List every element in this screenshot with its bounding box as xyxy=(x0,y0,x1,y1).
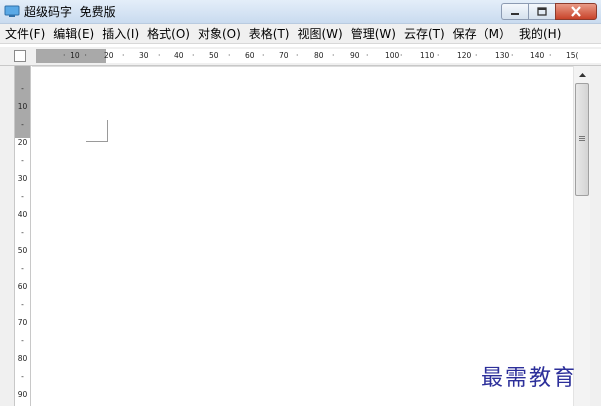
vertical-scrollbar[interactable] xyxy=(573,66,590,406)
menu-format[interactable]: 格式(O) xyxy=(143,26,194,42)
ruler-tick-label: 40 xyxy=(174,51,184,60)
vertical-ruler-tick-label: 90 xyxy=(17,390,28,399)
ruler-tick-label: · xyxy=(366,51,369,60)
menu-table[interactable]: 表格(T) xyxy=(245,26,294,42)
vertical-ruler[interactable]: - 10 - 20 - 30 - 40 - 50 - 60 - 70 - 80 - 90 xyxy=(14,66,31,406)
vertical-ruler-tick-label: - xyxy=(21,192,24,201)
menu-view[interactable]: 视图(W) xyxy=(293,26,346,42)
ruler-corner-box[interactable] xyxy=(14,50,26,62)
vertical-ruler-tick-label: 30 xyxy=(17,174,28,183)
scroll-up-button[interactable] xyxy=(574,66,590,83)
menu-save[interactable]: 保存（M） xyxy=(449,26,515,42)
margin-corner-mark xyxy=(86,120,108,142)
close-icon xyxy=(571,6,581,17)
document-editor[interactable] xyxy=(32,66,573,406)
vertical-ruler-tick-label: 10 xyxy=(17,102,28,111)
vertical-ruler-tick-label: - xyxy=(21,372,24,381)
arrow-up-icon xyxy=(578,72,586,77)
vertical-ruler-tick-label: - xyxy=(21,84,24,93)
ruler-tick-label: 110 xyxy=(420,51,435,60)
ruler-tick-label: 15( xyxy=(566,51,579,60)
vertical-ruler-tick-label: - xyxy=(21,156,24,165)
vertical-ruler-tick-label: - xyxy=(21,228,24,237)
left-frame xyxy=(0,66,14,406)
ruler-tick-label: 80 xyxy=(314,51,324,60)
ruler-tick-label: 90 xyxy=(350,51,360,60)
ruler-tick-label: · xyxy=(228,51,231,60)
ruler-tick-label: · xyxy=(296,51,299,60)
ruler-tick-label: · xyxy=(192,51,195,60)
menu-mine[interactable]: 我的(H) xyxy=(515,26,565,42)
app-icon xyxy=(4,5,20,17)
scrollbar-thumb[interactable] xyxy=(575,83,589,196)
ruler-tick-label: 70 xyxy=(279,51,289,60)
ruler-tick-label: 140 xyxy=(530,51,545,60)
vertical-ruler-tick-label: 40 xyxy=(17,210,28,219)
vertical-ruler-tick-label: 20 xyxy=(17,138,28,147)
right-frame xyxy=(590,66,601,406)
vertical-ruler-tick-label: 70 xyxy=(17,318,28,327)
ruler-tick-label: 60 xyxy=(245,51,255,60)
vertical-ruler-tick-label: - xyxy=(21,300,24,309)
vertical-ruler-tick-label: 80 xyxy=(17,354,28,363)
watermark: 最需教育 xyxy=(481,366,578,391)
window-title: 超级码字 免费版 xyxy=(24,5,116,19)
ruler-tick-label: 130 xyxy=(495,51,510,60)
ruler-tick-label: 20 xyxy=(104,51,114,60)
ruler-tick-label: 30 xyxy=(139,51,149,60)
menu-manage[interactable]: 管理(W) xyxy=(347,26,400,42)
ruler-tick-label: · xyxy=(475,51,478,60)
ruler-tick-label: · xyxy=(549,51,552,60)
ruler-tick-label: · xyxy=(511,51,514,60)
menu-bar: 文件(F) 编辑(E) 插入(I) 格式(O) 对象(O) 表格(T) 视图(W… xyxy=(0,24,601,44)
close-button[interactable] xyxy=(555,3,597,20)
menu-object[interactable]: 对象(O) xyxy=(194,26,245,42)
window-controls xyxy=(501,3,597,20)
minimize-button[interactable] xyxy=(501,3,528,20)
ruler-tick-label: · 10 · xyxy=(63,51,87,60)
menu-file[interactable]: 文件(F) xyxy=(1,26,49,42)
ruler-tick-label: 100 xyxy=(385,51,400,60)
menu-cloud[interactable]: 云存(T) xyxy=(400,26,449,42)
vertical-ruler-tick-label: 60 xyxy=(17,282,28,291)
maximize-button[interactable] xyxy=(528,3,555,20)
ruler-tick-label: · xyxy=(262,51,265,60)
vertical-ruler-tick-label: - xyxy=(21,336,24,345)
horizontal-ruler[interactable]: · 10 · 20 · 30 · 40 · 50 · 60 · 70 · 80 · 90 · 100 · 110 · 12… xyxy=(0,47,601,66)
ruler-tick-label: 50 xyxy=(209,51,219,60)
menu-edit[interactable]: 编辑(E) xyxy=(49,26,98,42)
ruler-tick-label: · xyxy=(332,51,335,60)
ruler-tick-label: · xyxy=(437,51,440,60)
vertical-ruler-tick-label: - xyxy=(21,264,24,273)
ruler-tick-label: 120 xyxy=(457,51,472,60)
thumb-grip-icon xyxy=(579,136,585,141)
title-bar: 超级码字 免费版 xyxy=(0,0,601,24)
menu-insert[interactable]: 插入(I) xyxy=(98,26,143,42)
ruler-tick-label: · xyxy=(158,51,161,60)
ruler-tick-label: · xyxy=(400,51,403,60)
maximize-icon xyxy=(537,7,547,16)
minimize-icon xyxy=(511,12,519,15)
ruler-tick-label: · xyxy=(122,51,125,60)
vertical-ruler-tick-label: - xyxy=(21,120,24,129)
vertical-ruler-tick-label: 50 xyxy=(17,246,28,255)
